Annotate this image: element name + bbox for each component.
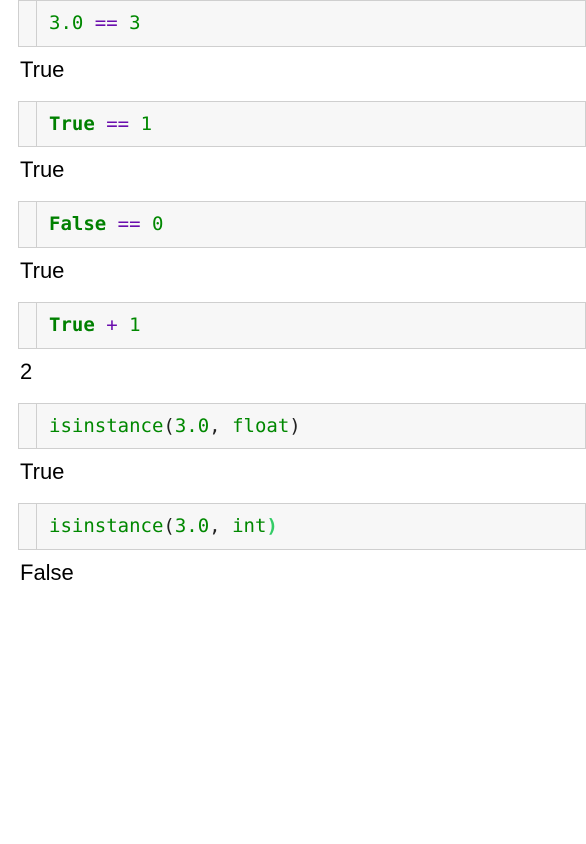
notebook-cell: isinstance(3.0, int) False <box>0 503 586 586</box>
code-input-cell[interactable]: isinstance(3.0, float) <box>18 403 586 450</box>
code-input-cell[interactable]: True == 1 <box>18 101 586 148</box>
code-token: ( <box>163 415 174 437</box>
code-content[interactable]: False == 0 <box>37 202 585 247</box>
cell-output: 2 <box>20 359 586 385</box>
code-token: 1 <box>129 314 140 336</box>
code-token: + <box>106 314 117 336</box>
code-token: 3.0 <box>175 515 209 537</box>
code-token <box>221 415 232 437</box>
code-token <box>118 12 129 34</box>
prompt-gutter <box>19 102 37 147</box>
code-token: == <box>118 213 141 235</box>
code-token: True <box>49 113 95 135</box>
code-token <box>95 314 106 336</box>
prompt-gutter <box>19 202 37 247</box>
code-token: 3 <box>129 12 140 34</box>
code-token <box>141 213 152 235</box>
code-content[interactable]: isinstance(3.0, int) <box>37 504 585 549</box>
code-token <box>221 515 232 537</box>
notebook-cell: True == 1True <box>0 101 586 184</box>
code-token: ) <box>266 515 277 537</box>
cell-output: True <box>20 258 586 284</box>
code-token: int <box>232 515 266 537</box>
code-token: == <box>95 12 118 34</box>
cell-output: True <box>20 57 586 83</box>
code-token: 3.0 <box>175 415 209 437</box>
code-token: == <box>106 113 129 135</box>
code-input-cell[interactable]: 3.0 == 3 <box>18 0 586 47</box>
code-token: ( <box>163 515 174 537</box>
code-input-cell[interactable]: False == 0 <box>18 201 586 248</box>
code-token: 0 <box>152 213 163 235</box>
code-content[interactable]: isinstance(3.0, float) <box>37 404 585 449</box>
code-token <box>118 314 129 336</box>
code-input-cell[interactable]: isinstance(3.0, int) <box>18 503 586 550</box>
prompt-gutter <box>19 303 37 348</box>
cell-output: False <box>20 560 586 586</box>
code-token: float <box>232 415 289 437</box>
code-content[interactable]: 3.0 == 3 <box>37 1 585 46</box>
cell-output: True <box>20 157 586 183</box>
code-token: False <box>49 213 106 235</box>
prompt-gutter <box>19 404 37 449</box>
code-token <box>95 113 106 135</box>
notebook-container: 3.0 == 3TrueTrue == 1TrueFalse == 0TrueT… <box>0 0 586 586</box>
notebook-cell: False == 0 True <box>0 201 586 284</box>
notebook-cell: True + 1 2 <box>0 302 586 385</box>
code-token: 1 <box>141 113 152 135</box>
code-token: isinstance <box>49 415 163 437</box>
code-token <box>106 213 117 235</box>
code-token <box>129 113 140 135</box>
code-token: ) <box>289 415 300 437</box>
code-content[interactable]: True == 1 <box>37 102 585 147</box>
code-token: 3.0 <box>49 12 83 34</box>
code-token: , <box>209 415 220 437</box>
code-token <box>83 12 94 34</box>
prompt-gutter <box>19 1 37 46</box>
code-input-cell[interactable]: True + 1 <box>18 302 586 349</box>
code-token: , <box>209 515 220 537</box>
notebook-cell: isinstance(3.0, float) True <box>0 403 586 486</box>
code-content[interactable]: True + 1 <box>37 303 585 348</box>
prompt-gutter <box>19 504 37 549</box>
cell-output: True <box>20 459 586 485</box>
notebook-cell: 3.0 == 3 True <box>0 0 586 83</box>
code-token: True <box>49 314 95 336</box>
code-token: isinstance <box>49 515 163 537</box>
